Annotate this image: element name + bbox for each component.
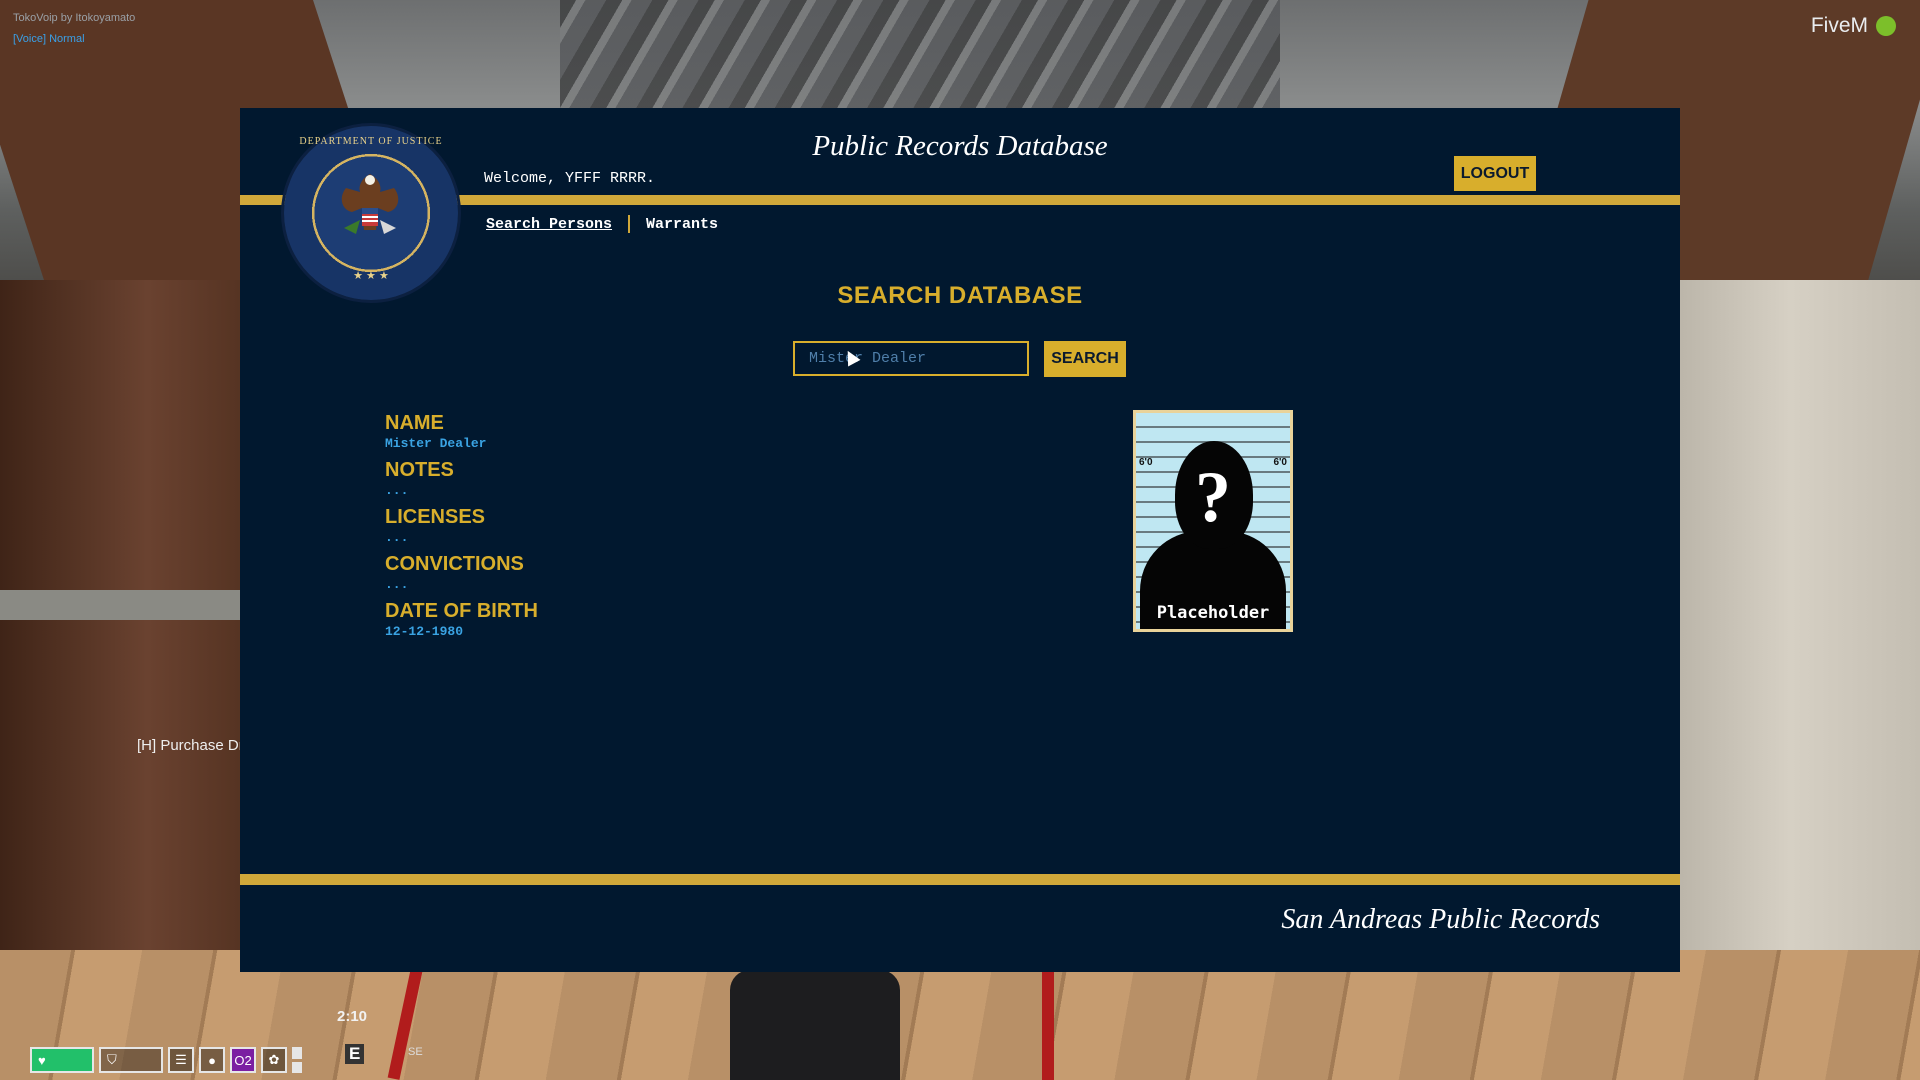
marble-panel [560,0,1280,110]
fivem-label: FiveM [1810,14,1868,37]
logout-button[interactable]: LOGOUT [1454,156,1536,191]
dob-value: 12-12-1980 [385,624,464,639]
search-heading: SEARCH DATABASE [837,282,1083,309]
player-character [730,970,900,1080]
stamina-bar [292,1047,302,1073]
public-records-panel: DEPARTMENT OF JUSTICE ★ ★ ★ Public Recor… [240,108,1680,972]
nav-bar: Search Persons Warrants [486,215,718,233]
welcome-message: Welcome, YFFF RRRR. [484,170,656,187]
convictions-value: ... [385,577,409,592]
name-value: Mister Dealer [385,436,487,451]
search-input[interactable] [793,341,1029,376]
name-label: NAME [385,412,444,434]
notes-value: ... [385,483,409,498]
search-button[interactable]: SEARCH [1044,341,1126,377]
red-rope-right [1042,960,1054,1080]
notes-label: NOTES [385,459,454,481]
status-bar: ♥ ⛉ ☰ ● O2 ✿ [30,1047,302,1073]
water-drop-icon: ● [208,1052,216,1068]
wooden-wall-left [0,280,245,1000]
oxygen-indicator: O2 [230,1047,256,1073]
footer-title: San Andreas Public Records [1281,904,1600,935]
oxygen-label: O2 [234,1052,252,1068]
convictions-label: CONVICTIONS [385,553,524,575]
mugshot-photo: 6'0 6'0 ? Placeholder [1133,410,1293,632]
question-mark-icon: ? [1195,457,1231,537]
voice-mode-indicator: [Voice] Normal [13,33,85,45]
fivem-icon [1876,16,1896,36]
burger-icon: ☰ [175,1052,187,1067]
nav-search-persons[interactable]: Search Persons [486,216,612,233]
eagle-icon [341,174,399,234]
nav-warrants[interactable]: Warrants [646,216,718,233]
brain-icon: ✿ [268,1052,280,1067]
record-details: NAME Mister Dealer NOTES ... LICENSES ..… [385,411,538,646]
hunger-indicator: ☰ [168,1047,194,1073]
compass-direction: E [345,1044,365,1064]
heart-icon: ♥ [38,1052,46,1068]
thirst-indicator: ● [199,1047,225,1073]
marble-wall-right [1660,280,1920,1000]
voip-credit: TokoVoip by Itokoyamato [13,12,136,24]
shield-icon: ⛉ [107,1052,117,1067]
stress-indicator: ✿ [261,1047,287,1073]
footer-divider [240,874,1680,885]
compass-sub-direction: SE [408,1046,423,1058]
fivem-logo: FiveM [1811,14,1896,38]
seal-stars-icon: ★ ★ ★ [353,270,389,282]
armor-bar: ⛉ [99,1047,163,1073]
game-clock: 2:10 [337,1008,368,1025]
dob-label: DATE OF BIRTH [385,600,538,622]
licenses-label: LICENSES [385,506,486,528]
photo-caption: Placeholder [1156,603,1270,623]
nav-separator [628,215,631,233]
stone-shelf [0,590,245,620]
licenses-value: ... [385,530,409,545]
health-bar: ♥ [30,1047,94,1073]
